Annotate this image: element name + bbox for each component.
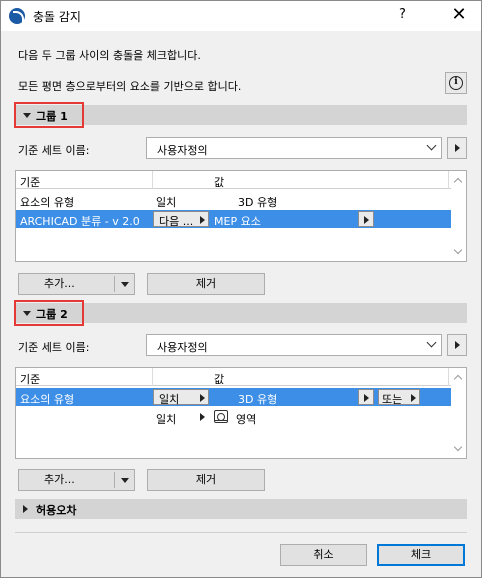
arrow-right-icon[interactable] <box>200 413 205 421</box>
table-header: 기준 값 <box>16 171 452 189</box>
clash-detection-dialog: 충돌 감지 ? ✕ 다음 두 그룹 사이의 충돌을 체크합니다. 모든 평면 층… <box>0 0 482 578</box>
row-value: 3D 유형 <box>238 393 278 406</box>
group-2-add-button[interactable]: 추가... <box>18 469 135 491</box>
add-label: 추가... <box>44 277 75 290</box>
intro-line-1: 다음 두 그룹 사이의 충돌을 체크합니다. <box>18 49 201 62</box>
operator-button[interactable]: 일치 <box>153 389 209 406</box>
info-button[interactable]: i <box>445 72 467 94</box>
expand-right-icon[interactable] <box>23 505 28 513</box>
table-row[interactable]: 일치 영역 <box>16 408 452 426</box>
row-criterion: ARCHICAD 분류 - v 2.0 <box>20 215 140 228</box>
header-value: 값 <box>214 373 225 386</box>
arrow-right-icon <box>200 216 205 224</box>
column-separator <box>448 368 449 386</box>
group-2-title: 그룹 2 <box>36 308 68 321</box>
arrow-right-icon <box>200 394 205 402</box>
operator-button[interactable]: 다음 ... <box>153 211 209 228</box>
group-2-criteria-label: 기준 세트 이름: <box>18 341 90 354</box>
dropdown-arrow-icon[interactable] <box>121 478 129 483</box>
column-separator <box>152 368 153 386</box>
zone-icon <box>214 410 228 423</box>
add-label: 추가... <box>44 473 75 486</box>
expand-down-icon[interactable] <box>23 113 31 118</box>
tolerance-title: 허용오차 <box>36 504 77 517</box>
row-value: 영역 <box>236 413 257 426</box>
group-1-criteria-label: 기준 세트 이름: <box>18 144 90 157</box>
close-button[interactable]: ✕ <box>445 4 473 28</box>
header-value: 값 <box>214 176 225 189</box>
dropdown-arrow-icon[interactable] <box>121 282 129 287</box>
table-row[interactable]: 요소의 유형 일치 3D 유형 <box>16 191 452 209</box>
archicad-logo-icon <box>9 8 25 24</box>
scrollbar[interactable] <box>451 368 466 458</box>
footer-divider <box>15 532 467 533</box>
group-2-criteria-menu-button[interactable] <box>447 334 467 356</box>
group-2-criteria-combo[interactable]: 사용자정의 <box>146 334 442 356</box>
split-separator <box>114 472 115 488</box>
group-1-add-button[interactable]: 추가... <box>18 273 135 295</box>
table-row[interactable]: 요소의 유형 일치 3D 유형 또는 <box>16 388 452 406</box>
chevron-down-icon <box>426 140 437 151</box>
row-operator: 일치 <box>156 413 177 426</box>
expand-down-icon[interactable] <box>23 311 31 316</box>
help-button[interactable]: ? <box>399 7 406 22</box>
table-row[interactable]: ARCHICAD 분류 - v 2.0 다음 ... MEP 요소 <box>16 210 452 228</box>
group-1-criteria-menu-button[interactable] <box>447 137 467 159</box>
intro-line-2: 모든 평면 층으로부터의 요소를 기반으로 합니다. <box>18 80 242 93</box>
scroll-up-icon[interactable] <box>453 374 463 384</box>
arrow-right-icon <box>455 144 460 152</box>
group-1-remove-button[interactable]: 제거 <box>147 273 265 295</box>
check-button[interactable]: 체크 <box>377 544 465 566</box>
group-1-title: 그룹 1 <box>36 110 68 123</box>
header-criterion: 기준 <box>20 176 41 189</box>
arrow-right-icon <box>411 394 416 402</box>
header-criterion: 기준 <box>20 373 41 386</box>
column-separator <box>152 171 153 189</box>
operator-label: 다음 ... <box>159 215 194 228</box>
group-1-criteria-table: 기준 값 요소의 유형 일치 3D 유형 ARCHICAD 분류 - v 2.0… <box>15 170 467 262</box>
group-1-criteria-value: 사용자정의 <box>157 144 208 157</box>
arrow-right-icon <box>364 394 369 402</box>
operator-label: 일치 <box>159 393 180 406</box>
chevron-down-icon <box>426 337 437 348</box>
tolerance-header[interactable] <box>15 499 467 519</box>
scroll-down-icon[interactable] <box>453 442 463 452</box>
group-2-remove-button[interactable]: 제거 <box>147 469 265 491</box>
arrow-right-icon <box>455 341 460 349</box>
sub-header-3d-type: 3D 유형 <box>238 196 278 209</box>
row-criterion: 요소의 유형 <box>20 393 75 406</box>
scrollbar[interactable] <box>451 171 466 261</box>
group-2-criteria-table: 기준 값 요소의 유형 일치 3D 유형 또는 일치 영역 <box>15 367 467 459</box>
split-separator <box>114 276 115 292</box>
group-2-criteria-value: 사용자정의 <box>157 341 208 354</box>
value-menu-button[interactable] <box>358 389 374 405</box>
window-title: 충돌 감지 <box>33 10 81 24</box>
or-label: 또는 <box>382 393 403 406</box>
cancel-button[interactable]: 취소 <box>280 544 367 566</box>
info-icon: i <box>449 76 463 90</box>
arrow-right-icon <box>364 216 369 224</box>
scroll-down-icon[interactable] <box>453 245 463 255</box>
scroll-up-icon[interactable] <box>453 177 463 187</box>
group-1-criteria-combo[interactable]: 사용자정의 <box>146 137 442 159</box>
sub-header-element-type: 요소의 유형 <box>20 196 75 209</box>
title-bar: 충돌 감지 ? ✕ <box>1 1 481 31</box>
value-menu-button[interactable] <box>358 211 374 227</box>
column-separator <box>448 171 449 189</box>
table-header: 기준 값 <box>16 368 452 386</box>
row-value: MEP 요소 <box>214 215 261 228</box>
or-button[interactable]: 또는 <box>378 389 420 406</box>
sub-header-match: 일치 <box>156 196 177 209</box>
